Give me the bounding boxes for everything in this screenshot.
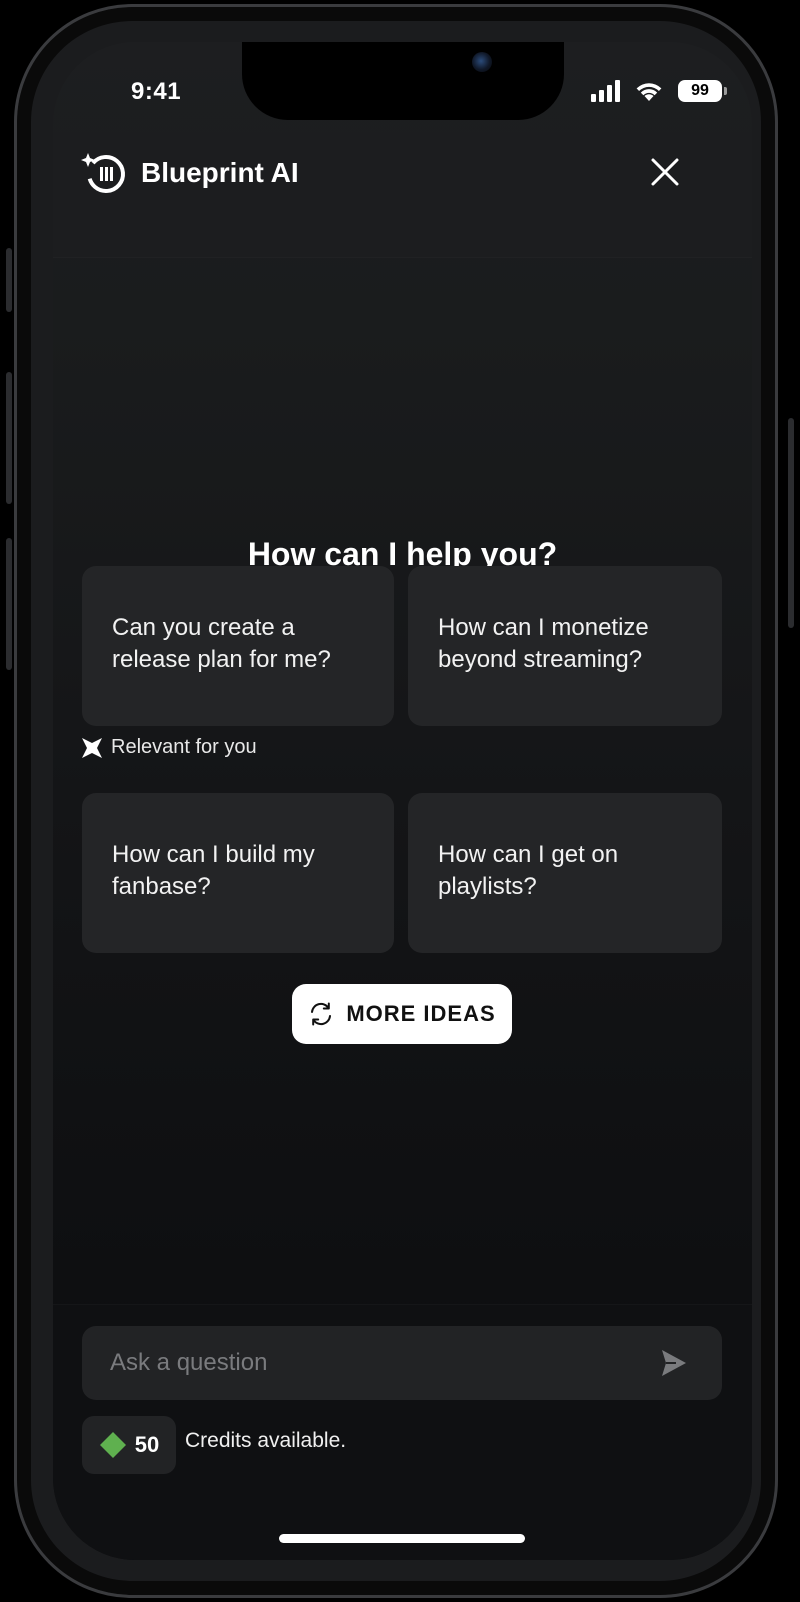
question-input[interactable] [110,1326,630,1400]
dynamic-island [242,42,564,120]
home-indicator[interactable] [279,1534,525,1543]
app-title: Blueprint AI [141,157,299,188]
status-icons: 99 [591,80,727,102]
send-icon[interactable] [660,1348,688,1378]
volume-up-button [6,372,12,504]
relevant-for-you-label: Relevant for you [81,736,257,759]
suggestion-card-fanbase[interactable]: How can I build my fanbase? [82,793,394,953]
credits-available-text: Credits available. [185,1429,347,1452]
status-time: 9:41 [131,78,182,105]
sparkle-icon [82,737,102,758]
credit-diamond-icon [99,1432,126,1458]
question-input-container [82,1326,722,1400]
wifi-icon [636,83,662,101]
app-screen: 9:41 99 Blueprint AI How can I help you?… [53,42,752,1560]
mute-switch [6,248,12,312]
refresh-icon [311,1002,332,1026]
cellular-signal-icon [591,80,620,102]
suggestion-card-monetize[interactable]: How can I monetize beyond streaming? [408,566,722,726]
suggestion-card-playlists[interactable]: How can I get on playlists? [408,793,722,953]
close-icon[interactable] [645,152,685,192]
more-ideas-label: MORE IDEAS [346,1001,496,1026]
front-camera [472,52,492,72]
credits-badge: 50 [82,1416,176,1474]
suggestion-card-release-plan[interactable]: Can you create a release plan for me? [82,566,394,726]
relevant-label-text: Relevant for you [111,736,257,758]
battery-icon: 99 [678,80,727,102]
blueprint-logo-icon [81,153,125,193]
more-ideas-button[interactable]: MORE IDEAS [292,984,512,1044]
volume-down-button [6,538,12,670]
credits-amount: 50 [134,1432,160,1457]
power-button [788,418,794,628]
